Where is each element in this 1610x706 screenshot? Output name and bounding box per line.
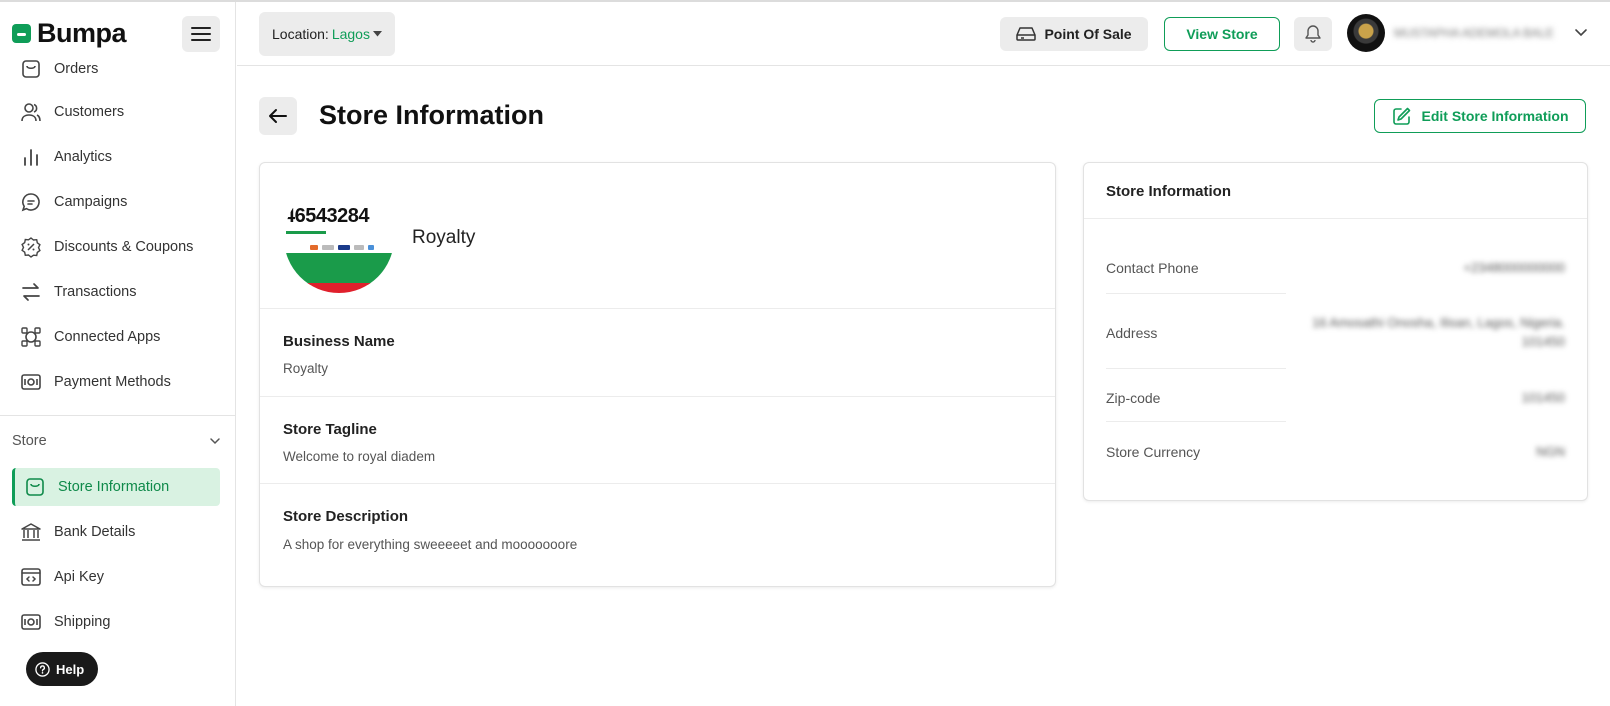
edit-icon [1392, 107, 1410, 125]
help-label: Help [56, 661, 85, 677]
user-avatar[interactable] [1347, 14, 1385, 52]
menu-toggle-button[interactable] [182, 16, 220, 52]
business-name-value: Royalty [283, 361, 329, 376]
notifications-button[interactable] [1294, 17, 1332, 51]
sidebar-item-customers[interactable]: Customers [12, 93, 220, 131]
sidebar-item-shipping[interactable]: Shipping [12, 603, 220, 641]
section-label: Store [12, 433, 47, 449]
divider [1084, 218, 1587, 219]
sidebar-divider [0, 415, 235, 416]
store-tagline-label: Store Tagline [283, 421, 377, 438]
divider [260, 308, 1055, 309]
sidebar-item-label: Orders [54, 61, 99, 77]
store-currency-value: NGN [1536, 444, 1565, 459]
users-icon [21, 103, 41, 122]
sidebar-item-connected-apps[interactable]: Connected Apps [12, 318, 220, 356]
sidebar-item-campaigns[interactable]: Campaigns [12, 183, 220, 221]
sidebar-item-label: Api Key [54, 569, 104, 585]
sidebar-item-label: Shipping [54, 614, 111, 630]
location-label: Location: [272, 26, 329, 42]
address-label: Address [1106, 325, 1158, 341]
sidebar-item-label: Store Information [58, 479, 170, 495]
top-header: Location: Lagos Point Of Sale View Store… [237, 2, 1610, 66]
sidebar-item-store-information[interactable]: Store Information [12, 468, 220, 506]
bar-chart-icon [24, 149, 38, 166]
cash-icon [21, 374, 41, 390]
zip-code-label: Zip-code [1106, 390, 1161, 406]
help-button[interactable]: Help [26, 652, 98, 686]
caret-down-icon [372, 31, 382, 37]
sidebar-item-label: Discounts & Coupons [54, 239, 194, 255]
code-window-icon [21, 568, 41, 586]
edit-label: Edit Store Information [1421, 108, 1569, 124]
sidebar-item-payment-methods[interactable]: Payment Methods [12, 363, 220, 401]
sidebar-item-api-key[interactable]: Api Key [12, 558, 220, 596]
chat-icon [21, 193, 40, 212]
discount-icon [21, 237, 41, 258]
brand-name: Bumpa [37, 17, 127, 48]
sidebar-item-bank-details[interactable]: Bank Details [12, 513, 220, 551]
divider [260, 483, 1055, 484]
bag-icon [22, 60, 40, 78]
divider [1106, 368, 1286, 369]
brand-logo[interactable]: Bumpa [12, 17, 127, 48]
store-information-card: Store Information Contact Phone +2348000… [1083, 162, 1588, 501]
business-name-label: Business Name [283, 333, 395, 350]
sidebar-section-store[interactable]: Store [12, 426, 222, 456]
chevron-down-icon[interactable] [1573, 24, 1589, 40]
chevron-down-icon [210, 438, 220, 445]
sidebar-item-discounts[interactable]: Discounts & Coupons [12, 228, 220, 266]
bag-icon [26, 478, 44, 496]
hamburger-icon [191, 27, 211, 41]
connected-apps-icon [21, 327, 41, 347]
contact-phone-value: +2348000000000 [1463, 260, 1565, 275]
sidebar: Bumpa Orders Customers Analytics Campaig… [0, 2, 236, 706]
point-of-sale-button[interactable]: Point Of Sale [1000, 17, 1148, 51]
bumpa-logo-icon [12, 23, 31, 43]
divider [1106, 421, 1286, 422]
store-logo-image: 46543284 [284, 183, 394, 293]
pos-label: Point Of Sale [1044, 26, 1132, 42]
divider [1106, 293, 1286, 294]
sidebar-item-label: Analytics [54, 149, 113, 165]
sidebar-item-label: Transactions [54, 284, 137, 300]
card-title: Store Information [1106, 183, 1232, 200]
sidebar-item-label: Connected Apps [54, 329, 161, 345]
address-value: 16 Amosathi Onosha, Ilisan, Lagos, Niger… [1312, 315, 1565, 330]
arrow-left-icon [269, 109, 287, 123]
back-button[interactable] [259, 97, 297, 135]
sidebar-item-orders[interactable]: Orders [12, 50, 220, 88]
location-selector[interactable]: Location: Lagos [259, 12, 395, 56]
store-tagline-value: Welcome to royal diadem [283, 449, 436, 464]
store-logo-text: 46543284 [284, 205, 369, 227]
sidebar-item-label: Customers [54, 104, 125, 120]
page-title: Store Information [319, 100, 545, 130]
view-store-button[interactable]: View Store [1164, 17, 1280, 51]
user-name[interactable]: MUSTAPHA ADEMOLA BALE [1394, 26, 1566, 40]
sidebar-item-label: Campaigns [54, 194, 128, 210]
bell-icon [1305, 25, 1321, 43]
store-display-name: Royalty [412, 227, 476, 248]
sidebar-item-label: Payment Methods [54, 374, 171, 390]
store-description-value: A shop for everything sweeeeet and moooo… [283, 537, 578, 552]
address-value-line2: 101450 [1521, 334, 1565, 349]
bank-icon [21, 523, 41, 541]
store-currency-label: Store Currency [1106, 444, 1201, 460]
zip-code-value: 101450 [1521, 390, 1565, 405]
edit-store-information-button[interactable]: Edit Store Information [1374, 99, 1586, 133]
location-value: Lagos [331, 26, 370, 42]
sidebar-item-label: Bank Details [54, 524, 136, 540]
question-circle-icon [35, 661, 50, 677]
pos-device-icon [1016, 27, 1037, 41]
store-description-label: Store Description [283, 508, 409, 525]
divider [260, 396, 1055, 397]
sidebar-item-analytics[interactable]: Analytics [12, 138, 220, 176]
cash-icon [21, 614, 41, 630]
store-details-card: 46543284 Royalty Business Name Royalty S… [259, 162, 1056, 587]
sidebar-item-transactions[interactable]: Transactions [12, 273, 220, 311]
transfer-icon [22, 283, 40, 301]
contact-phone-label: Contact Phone [1106, 260, 1199, 276]
